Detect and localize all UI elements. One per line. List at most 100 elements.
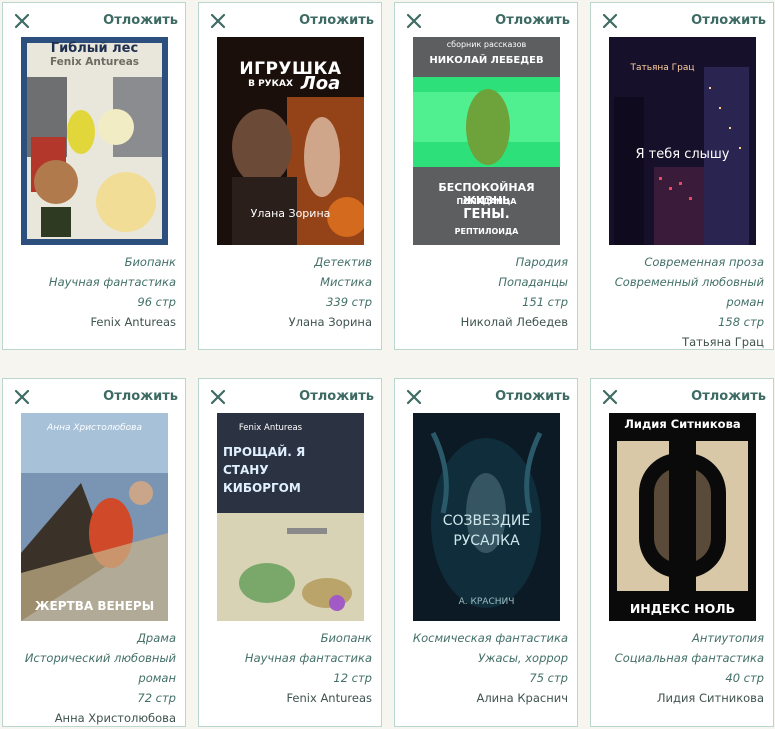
cover-author: Лидия Ситникова bbox=[624, 417, 741, 431]
author-link[interactable]: Николай Лебедев bbox=[395, 312, 568, 332]
book-card: Отложить СОЗВЕЗДИЕ РУСАЛКА А. КРАСНИЧ Ко… bbox=[394, 378, 578, 727]
close-icon[interactable] bbox=[602, 13, 618, 29]
book-cover[interactable]: Анна Христолюбова ЖЕРТВА ВЕНЕРЫ bbox=[21, 413, 168, 621]
genre-link[interactable]: Мистика bbox=[199, 272, 372, 292]
close-icon[interactable] bbox=[406, 13, 422, 29]
page-count: 96 стр bbox=[137, 295, 176, 309]
book-meta: Биопанк Научная фантастика 96 стр Fenix … bbox=[3, 252, 185, 332]
card-toolbar: Отложить bbox=[395, 3, 577, 37]
postpone-button[interactable]: Отложить bbox=[495, 13, 570, 28]
cover-title: Я тебя слышу bbox=[635, 147, 730, 162]
card-toolbar: Отложить bbox=[199, 3, 381, 37]
genre-link[interactable]: Пародия bbox=[395, 252, 568, 272]
cover-author: Анна Христолюбова bbox=[47, 423, 142, 433]
book-card: Отложить Гиблый лес Fenix Antureas Биопа… bbox=[2, 2, 186, 350]
genre-link[interactable]: Биопанк bbox=[199, 628, 372, 648]
page-count: 151 стр bbox=[522, 295, 568, 309]
genre-link[interactable]: Социальная фантастика bbox=[591, 648, 764, 668]
cover-author: НИКОЛАЙ ЛЕБЕДЕВ bbox=[429, 55, 544, 66]
close-icon[interactable] bbox=[602, 389, 618, 405]
genre-link[interactable]: Антиутопия bbox=[591, 628, 764, 648]
close-icon[interactable] bbox=[14, 389, 30, 405]
cover-subtitle: ГЕНЫ. bbox=[463, 207, 510, 222]
genre-link[interactable]: Попаданцы bbox=[395, 272, 568, 292]
card-toolbar: Отложить bbox=[591, 3, 773, 37]
author-link[interactable]: Анна Христолюбова bbox=[3, 708, 176, 728]
close-icon[interactable] bbox=[210, 389, 226, 405]
genre-link[interactable]: Биопанк bbox=[3, 252, 176, 272]
genre-link[interactable]: Современная проза bbox=[591, 252, 764, 272]
book-card: Отложить Анна Христолюбова ЖЕРТВА ВЕНЕРЫ… bbox=[2, 378, 186, 727]
book-cover[interactable]: Лидия Ситникова ИНДЕКС НОЛЬ bbox=[609, 413, 756, 621]
page-count: 158 стр bbox=[718, 315, 764, 329]
cover-title: ИНДЕКС НОЛЬ bbox=[629, 601, 736, 616]
book-meta: Биопанк Научная фантастика 12 стр Fenix … bbox=[199, 628, 381, 708]
book-card: Отложить Лидия Ситникова ИНДЕКС НОЛЬ Ант… bbox=[590, 378, 774, 727]
postpone-button[interactable]: Отложить bbox=[103, 13, 178, 28]
book-cover[interactable]: Гиблый лес Fenix Antureas bbox=[21, 37, 168, 245]
cover-author: Fenix Antureas bbox=[49, 56, 140, 68]
card-toolbar: Отложить bbox=[591, 379, 773, 413]
book-card: Отложить Fenix Antureas ПРОЩАЙ. Я СТАНУ … bbox=[198, 378, 382, 727]
book-cover[interactable]: Fenix Antureas ПРОЩАЙ. Я СТАНУ КИБОРГОМ bbox=[217, 413, 364, 621]
cover-subtitle: ПОПАДАНЦА bbox=[456, 197, 517, 206]
cover-subtitle: Лоа bbox=[300, 73, 341, 94]
author-link[interactable]: Fenix Antureas bbox=[3, 312, 176, 332]
genre-link[interactable]: Детектив bbox=[199, 252, 372, 272]
genre-link[interactable]: Научная фантастика bbox=[3, 272, 176, 292]
card-toolbar: Отложить bbox=[395, 379, 577, 413]
author-link[interactable]: Улана Зорина bbox=[199, 312, 372, 332]
card-toolbar: Отложить bbox=[3, 3, 185, 37]
cover-title: Гиблый лес bbox=[50, 41, 139, 56]
close-icon[interactable] bbox=[210, 13, 226, 29]
page-count: 12 стр bbox=[333, 671, 372, 685]
postpone-button[interactable]: Отложить bbox=[299, 13, 374, 28]
genre-link[interactable]: Ужасы, хоррор bbox=[395, 648, 568, 668]
book-grid: Отложить Гиблый лес Fenix Antureas Биопа… bbox=[2, 2, 774, 727]
genre-link[interactable]: Научная фантастика bbox=[199, 648, 372, 668]
book-meta: Пародия Попаданцы 151 стр Николай Лебеде… bbox=[395, 252, 577, 332]
cover-art-forest bbox=[21, 37, 168, 245]
cover-author: Улана Зорина bbox=[250, 207, 331, 220]
book-grid-page: Отложить Гиблый лес Fenix Antureas Биопа… bbox=[0, 0, 775, 729]
genre-link[interactable]: Драма bbox=[3, 628, 176, 648]
page-count: 75 стр bbox=[529, 671, 568, 685]
book-cover[interactable]: сборник рассказов НИКОЛАЙ ЛЕБЕДЕВ БЕСПОК… bbox=[413, 37, 560, 245]
cover-art-index-zero bbox=[609, 413, 756, 621]
close-icon[interactable] bbox=[406, 389, 422, 405]
cover-author: А. КРАСНИЧ bbox=[458, 597, 515, 607]
book-cover[interactable]: Татьяна Грац Я тебя слышу bbox=[609, 37, 756, 245]
book-meta: Современная проза Современный любовный р… bbox=[591, 252, 773, 352]
book-card: Отложить Татьяна Грац Я тебя слышу Совре… bbox=[590, 2, 774, 350]
postpone-button[interactable]: Отложить bbox=[691, 13, 766, 28]
cover-title: СОЗВЕЗДИЕ bbox=[442, 513, 531, 529]
book-card: Отложить ИГРУШКА В РУКАХ Лоа Улана Зорин… bbox=[198, 2, 382, 350]
postpone-button[interactable]: Отложить bbox=[495, 389, 570, 404]
cover-subtitle: РУСАЛКА bbox=[453, 533, 520, 549]
genre-link[interactable]: Исторический любовный роман bbox=[3, 648, 176, 688]
author-link[interactable]: Алина Краснич bbox=[395, 688, 568, 708]
genre-link[interactable]: Современный любовный роман bbox=[591, 272, 764, 312]
genre-link[interactable]: Космическая фантастика bbox=[395, 628, 568, 648]
postpone-button[interactable]: Отложить bbox=[299, 389, 374, 404]
author-link[interactable]: Fenix Antureas bbox=[199, 688, 372, 708]
cover-series: сборник рассказов bbox=[446, 40, 527, 49]
close-icon[interactable] bbox=[14, 13, 30, 29]
book-meta: Антиутопия Социальная фантастика 40 стр … bbox=[591, 628, 773, 708]
cover-subtitle: РЕПТИЛОИДА bbox=[454, 227, 519, 236]
postpone-button[interactable]: Отложить bbox=[103, 389, 178, 404]
author-link[interactable]: Лидия Ситникова bbox=[591, 688, 764, 708]
card-toolbar: Отложить bbox=[199, 379, 381, 413]
cover-art-drama bbox=[21, 413, 168, 621]
book-cover[interactable]: ИГРУШКА В РУКАХ Лоа Улана Зорина bbox=[217, 37, 364, 245]
book-card: Отложить сборник рассказов НИКОЛАЙ ЛЕБЕД… bbox=[394, 2, 578, 350]
page-count: 339 стр bbox=[326, 295, 372, 309]
author-link[interactable]: Татьяна Грац bbox=[591, 332, 764, 352]
book-cover[interactable]: СОЗВЕЗДИЕ РУСАЛКА А. КРАСНИЧ bbox=[413, 413, 560, 621]
book-meta: Космическая фантастика Ужасы, хоррор 75 … bbox=[395, 628, 577, 708]
book-meta: Драма Исторический любовный роман 72 стр… bbox=[3, 628, 185, 728]
postpone-button[interactable]: Отложить bbox=[691, 389, 766, 404]
cover-title: ПРОЩАЙ. Я СТАНУ КИБОРГОМ bbox=[223, 445, 306, 495]
page-count: 40 стр bbox=[725, 671, 764, 685]
book-meta: Детектив Мистика 339 стр Улана Зорина bbox=[199, 252, 381, 332]
